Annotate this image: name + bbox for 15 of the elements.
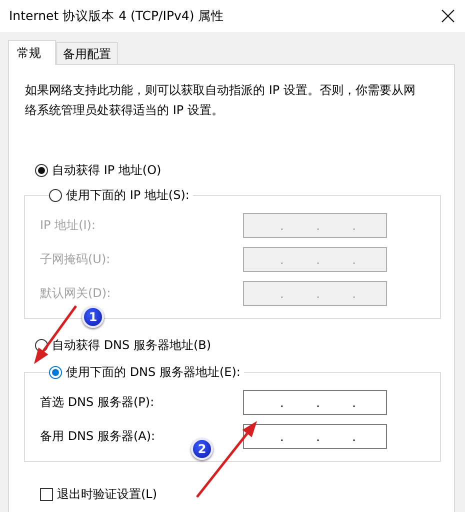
radio-button[interactable]: 自动获得 IP 地址(O) — [35, 160, 439, 180]
field-label: 子网掩码(U): — [40, 251, 112, 268]
ip-address-field[interactable]: . . . — [243, 424, 387, 449]
description-text: 如果网络支持此功能，则可以获取自动指派的 IP 设置。否则，你需要从网络系统管理员处获得适当的 IP 设置。 — [24, 82, 416, 119]
field-label: 首选 DNS 服务器(P): — [40, 394, 156, 411]
radio-button[interactable]: 使用下面的 IP 地址(S): — [49, 185, 190, 205]
field-label: 默认网关(D): — [40, 285, 112, 302]
tab[interactable]: 备用配置 — [56, 42, 118, 64]
field-label: 备用 DNS 服务器(A): — [40, 428, 156, 445]
window-title: Internet 协议版本 4 (TCP/IPv4) 属性 — [9, 8, 224, 24]
checkbox[interactable]: 退出时验证设置(L) — [40, 484, 439, 504]
tab[interactable]: 常规 — [8, 40, 56, 65]
field-label: IP 地址(I): — [40, 217, 97, 234]
radio-button[interactable]: 使用下面的 DNS 服务器地址(E): — [49, 362, 240, 382]
ip-address-field[interactable]: . . . — [243, 390, 387, 415]
